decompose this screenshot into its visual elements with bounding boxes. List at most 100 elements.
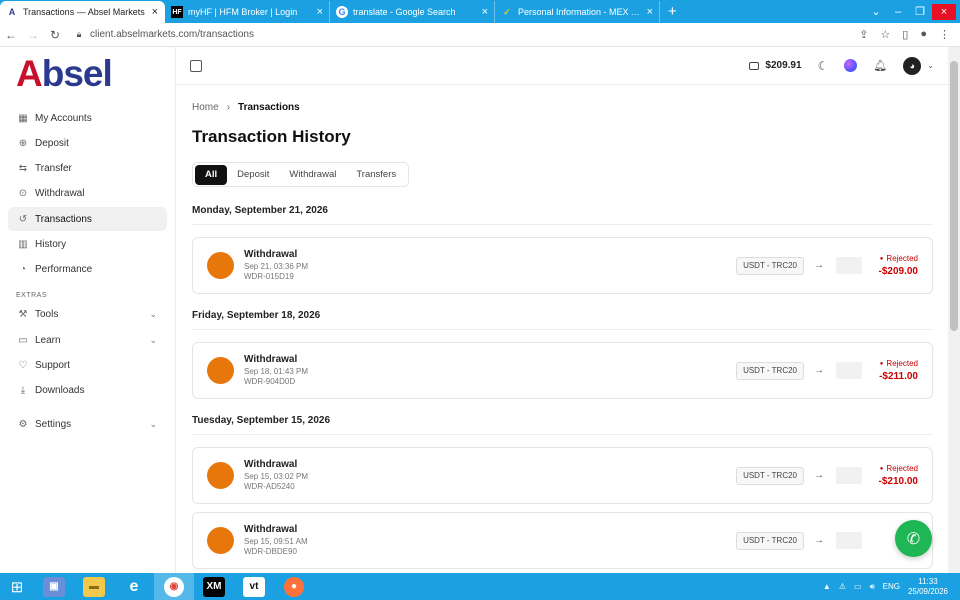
back-icon[interactable]: ← [0, 28, 22, 42]
transaction-card[interactable]: Withdrawal Sep 21, 03:36 PM WDR-015D19 U… [192, 237, 933, 294]
close-tab-icon[interactable]: × [152, 6, 158, 18]
transaction-type: Withdrawal [244, 354, 298, 365]
minimize-icon[interactable]: – [888, 6, 908, 18]
ai-assistant-orb-icon[interactable] [844, 59, 858, 72]
side-panel-icon[interactable]: ▯ [902, 28, 908, 41]
withdrawal-status-circle-icon [207, 357, 234, 384]
transaction-type: Withdrawal [244, 524, 298, 535]
volume-icon[interactable]: 🔊︎ [870, 582, 875, 592]
forward-icon[interactable]: → [22, 28, 44, 42]
sidebar-item-performance[interactable]: ◔ Performance [8, 258, 167, 282]
close-tab-icon[interactable]: × [482, 6, 488, 18]
tray-expand-icon[interactable]: ▲ [823, 582, 831, 591]
sidebar-item-label: Transfer [35, 163, 72, 175]
redacted-destination [836, 532, 862, 549]
hfm-favicon-icon: HF [171, 6, 183, 18]
tab-withdrawal[interactable]: Withdrawal [279, 165, 346, 185]
sidebar-item-support[interactable]: ♡ Support [8, 353, 167, 377]
sidebar-item-learn[interactable]: ▭ Learn ⌄ [8, 328, 167, 352]
internet-explorer-icon: e [129, 577, 139, 595]
sidebar-item-history[interactable]: ▥ History [8, 232, 167, 256]
page-title: Transaction History [192, 127, 351, 146]
chevron-down-icon[interactable]: ⌄ [927, 61, 934, 70]
absel-logo[interactable]: Absel [16, 53, 113, 95]
sidebar-item-withdrawal[interactable]: ⊙ Withdrawal [8, 182, 167, 206]
browser-tab[interactable]: G translate - Google Search × [330, 1, 495, 23]
tab-list-chevron-icon[interactable]: ⌄ [866, 5, 886, 18]
transaction-ref: WDR-904D0D [244, 377, 296, 386]
network-icon[interactable]: ⚠ [839, 582, 846, 591]
taskbar-vt-icon[interactable]: vt [234, 573, 274, 600]
lock-icon[interactable]: 🔒︎ [72, 29, 86, 40]
sidebar-item-tools[interactable]: ⚒ Tools ⌄ [8, 303, 167, 327]
sidebar-item-transfer[interactable]: ⇆ Transfer [8, 157, 167, 181]
menu-kebab-icon[interactable]: ⋮ [939, 28, 950, 41]
language-indicator[interactable]: ENG [883, 582, 900, 591]
wallet-balance[interactable]: $209.91 [749, 60, 802, 71]
withdrawal-status-circle-icon [207, 462, 234, 489]
tab-all[interactable]: All [195, 164, 228, 185]
redacted-destination [836, 362, 862, 379]
arrow-right-icon: → [814, 260, 824, 271]
arrow-right-icon: → [814, 365, 824, 376]
page-scrollbar[interactable] [948, 47, 960, 573]
collapse-sidebar-icon[interactable] [190, 59, 202, 72]
share-icon[interactable]: ⇪ [859, 28, 868, 41]
sidebar-item-settings[interactable]: ⚙ Settings ⌄ [8, 413, 167, 437]
transaction-list: Monday, September 21, 2026 Withdrawal Se… [192, 205, 933, 585]
transaction-type: Withdrawal [244, 459, 298, 470]
taskbar-files-icon[interactable]: ▬ [74, 573, 114, 600]
absel-favicon-icon: A [8, 7, 16, 17]
profile-icon[interactable]: ● [920, 28, 927, 41]
new-tab-icon[interactable]: + [660, 3, 685, 23]
sidebar-item-label: Downloads [35, 385, 85, 397]
extras-section-label: EXTRAS [16, 291, 48, 299]
transaction-time: Sep 18, 01:43 PM [244, 367, 309, 376]
windows-start-icon[interactable]: ⊞ [0, 573, 34, 600]
dark-mode-moon-icon[interactable]: ☾ [818, 59, 829, 73]
monitor-icon[interactable]: ▭ [854, 582, 862, 591]
tab-transfers[interactable]: Transfers [346, 165, 406, 185]
whatsapp-chat-button[interactable]: ✆ [895, 520, 932, 557]
transaction-info: Withdrawal Sep 18, 01:43 PM WDR-904D0D [244, 354, 308, 387]
close-tab-icon[interactable]: × [317, 6, 323, 18]
taskbar-ie-icon[interactable]: e [114, 573, 154, 600]
mex-favicon-icon: ✓ [503, 6, 511, 17]
taskbar-firefox-icon[interactable]: ● [274, 573, 314, 600]
browser-tab-strip: A Transactions — Absel Markets × HF myHF… [0, 0, 960, 23]
reload-icon[interactable]: ↻ [44, 28, 66, 42]
computer-icon: ▣ [43, 576, 65, 597]
browser-tab[interactable]: HF myHF | HFM Broker | Login × [165, 1, 330, 23]
close-tab-icon[interactable]: × [647, 6, 653, 18]
avatar[interactable]: ◕ [903, 56, 922, 75]
address-bar-actions: ⇪ ☆ ▯ ● ⋮ [859, 28, 960, 41]
transaction-card[interactable]: Withdrawal Sep 15, 03:02 PM WDR-AD5240 U… [192, 447, 933, 504]
notification-bell-icon[interactable]: 🔔︎ [873, 59, 887, 72]
restore-icon[interactable]: ❐ [910, 5, 930, 18]
taskbar-chrome-icon[interactable]: ◉ [154, 573, 194, 600]
browser-tab[interactable]: A Transactions — Absel Markets × [0, 1, 165, 23]
transaction-card[interactable]: Withdrawal Sep 18, 01:43 PM WDR-904D0D U… [192, 342, 933, 399]
scrollbar-thumb[interactable] [950, 61, 958, 331]
bookmark-star-icon[interactable]: ☆ [880, 28, 890, 41]
sidebar-item-label: Learn [35, 334, 61, 346]
close-window-icon[interactable]: × [932, 3, 956, 20]
breadcrumb-home[interactable]: Home [192, 102, 219, 113]
sidebar-item-transactions[interactable]: ↺ Transactions [8, 207, 167, 232]
clock[interactable]: 11:33 25/09/2026 [908, 577, 948, 597]
taskbar-explorer-icon[interactable]: ▣ [34, 573, 74, 600]
wrench-icon: ⚒ [18, 309, 28, 321]
taskbar-xm-icon[interactable]: XM [194, 573, 234, 600]
sidebar-item-downloads[interactable]: ⤓ Downloads [8, 379, 167, 403]
transaction-card[interactable]: Withdrawal Sep 15, 09:51 AM WDR-DBDE90 U… [192, 512, 933, 569]
url-field[interactable]: client.abselmarkets.com/transactions [90, 29, 254, 40]
withdrawal-status-circle-icon [207, 252, 234, 279]
sidebar-item-deposit[interactable]: ⊕ Deposit [8, 131, 167, 155]
tab-deposit[interactable]: Deposit [227, 165, 279, 185]
browser-tab[interactable]: ✓ Personal Information - MEX Atla × [495, 1, 660, 23]
chevron-down-icon: ⌄ [149, 309, 157, 320]
transaction-info: Withdrawal Sep 21, 03:36 PM WDR-015D19 [244, 249, 308, 282]
sidebar-item-my-accounts[interactable]: ▦ My Accounts [8, 106, 167, 130]
window-controls: ⌄ – ❐ × [866, 0, 960, 23]
tab-title: Transactions — Absel Markets [23, 7, 145, 17]
